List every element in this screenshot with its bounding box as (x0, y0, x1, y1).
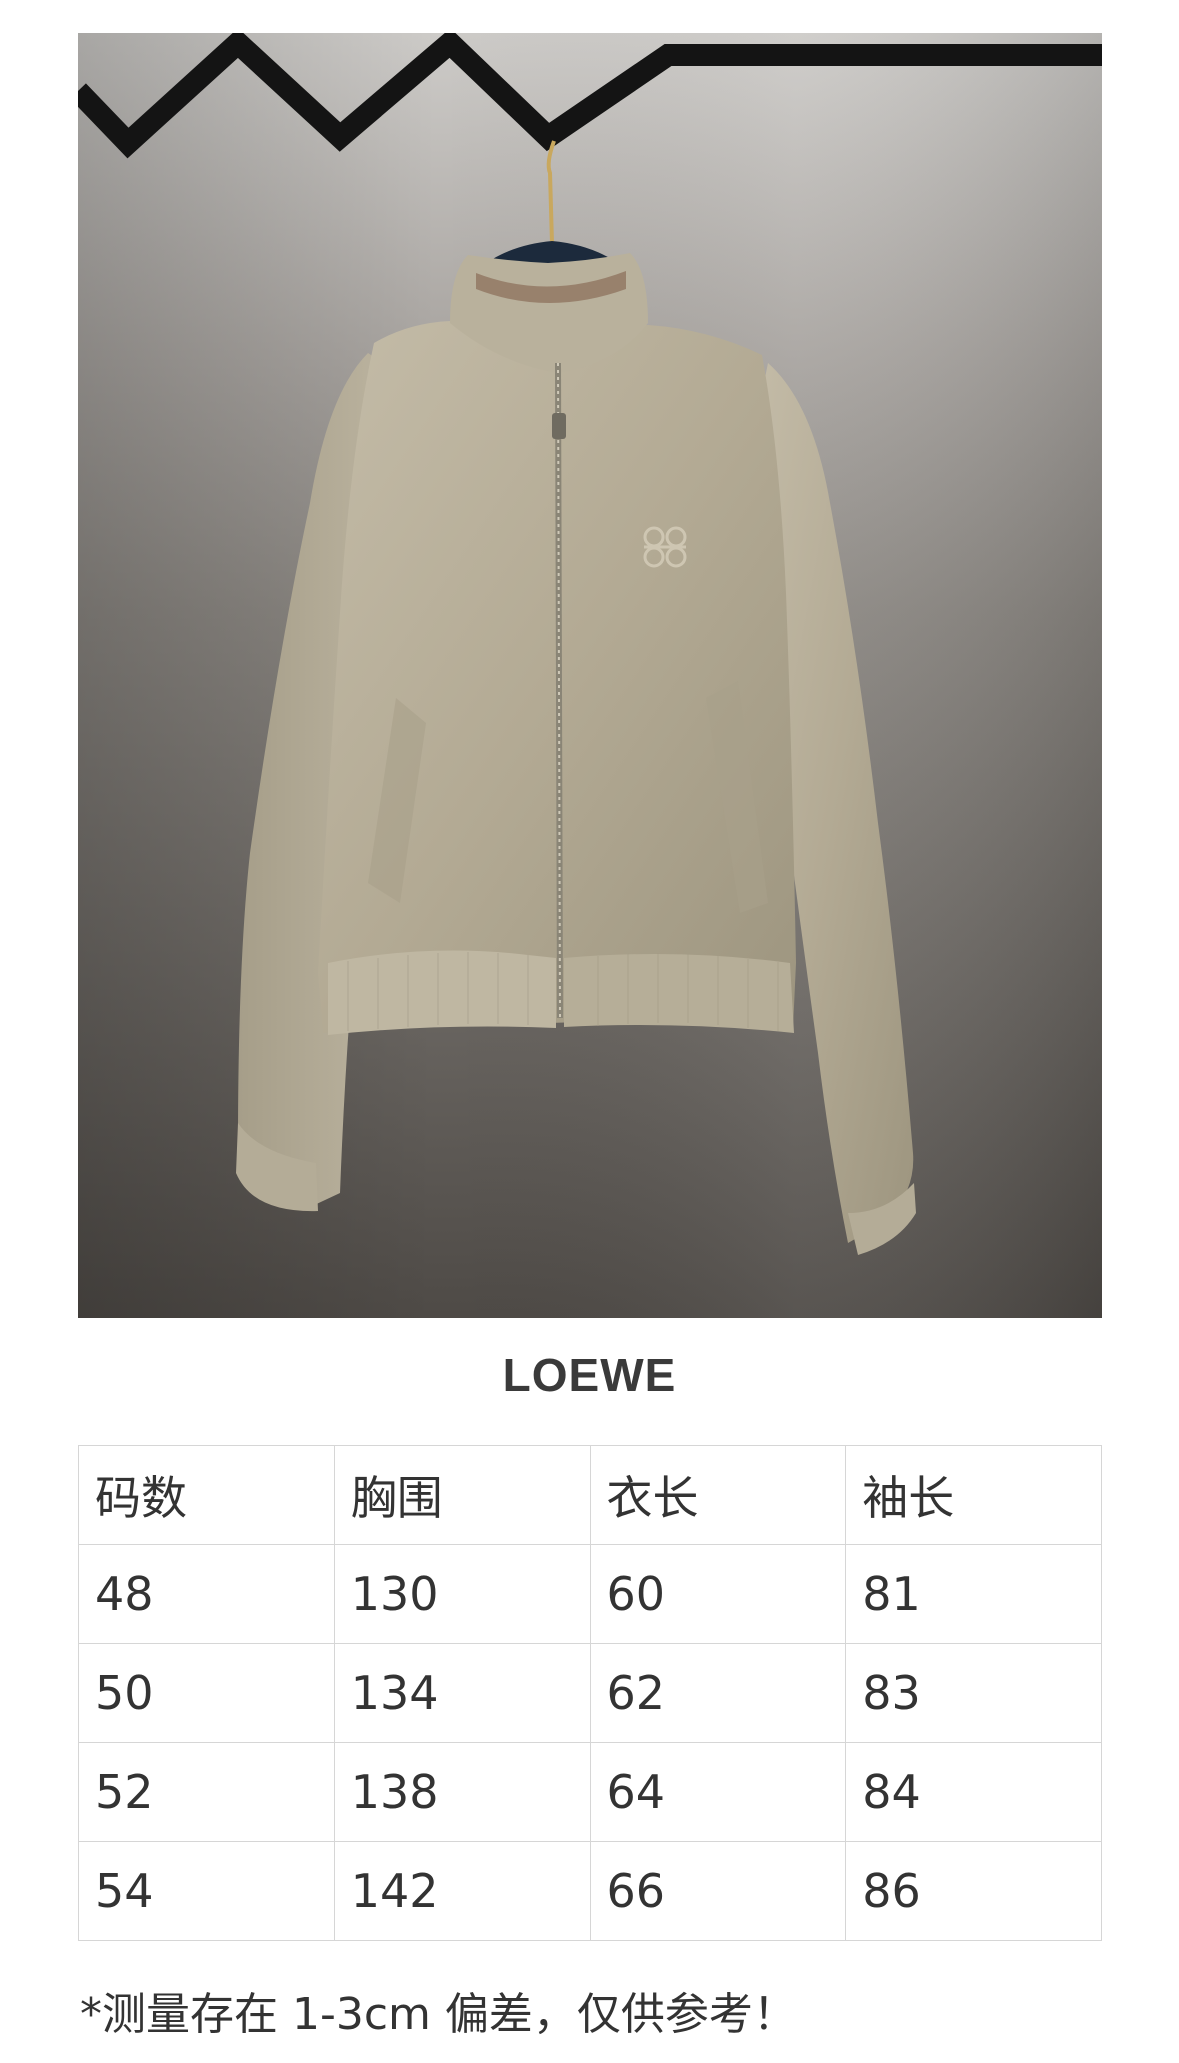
hem-rib (328, 950, 556, 1035)
measurement-note: *测量存在 1-3cm 偏差，仅供参考！ (80, 1989, 797, 2040)
table-row: 50 134 62 83 (78, 1643, 1102, 1743)
table-cell: 83 (845, 1643, 1102, 1743)
table-cell: 134 (333, 1643, 591, 1743)
product-photo (78, 33, 1102, 1318)
table-row: 48 130 60 81 (78, 1544, 1102, 1644)
table-cell: 62 (589, 1643, 847, 1743)
table-cell: 86 (845, 1841, 1102, 1941)
table-cell: 60 (589, 1544, 847, 1644)
table-cell: 130 (333, 1544, 591, 1644)
table-cell: 54 (78, 1841, 335, 1941)
table-header-cell: 胸围 (333, 1445, 591, 1545)
table-cell: 52 (78, 1742, 335, 1842)
table-row: 52 138 64 84 (78, 1742, 1102, 1842)
table-header-row: 码数 胸围 衣长 袖长 (78, 1445, 1102, 1545)
table-cell: 64 (589, 1742, 847, 1842)
table-row: 54 142 66 86 (78, 1841, 1102, 1941)
table-header-cell: 衣长 (589, 1445, 847, 1545)
table-header-cell: 袖长 (845, 1445, 1102, 1545)
table-cell: 84 (845, 1742, 1102, 1842)
table-cell: 50 (78, 1643, 335, 1743)
table-cell: 142 (333, 1841, 591, 1941)
brand-name: LOEWE (502, 1349, 677, 1401)
table-cell: 66 (589, 1841, 847, 1941)
table-cell: 81 (845, 1544, 1102, 1644)
table-header-cell: 码数 (78, 1445, 335, 1545)
table-cell: 138 (333, 1742, 591, 1842)
size-table: 码数 胸围 衣长 袖长 48 130 60 81 50 134 62 83 52… (78, 1445, 1102, 1941)
table-cell: 48 (78, 1544, 335, 1644)
